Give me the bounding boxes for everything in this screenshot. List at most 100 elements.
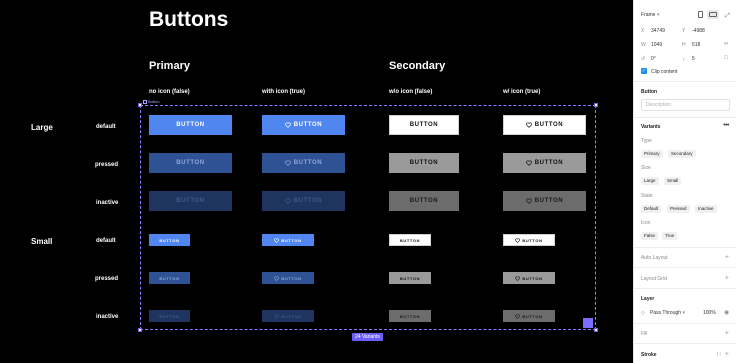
width-field[interactable]: 1049	[651, 42, 662, 48]
resize-handle-top-left[interactable]	[138, 103, 142, 107]
primary-button-small-pressed-with-icon[interactable]: BUTTON	[262, 272, 314, 284]
button-label: BUTTON	[409, 122, 439, 128]
primary-button-large-default-with-icon[interactable]: BUTTON	[262, 115, 345, 135]
add-stroke-icon[interactable]: +	[725, 351, 729, 358]
primary-button-small-default-with-icon[interactable]: BUTTON	[262, 234, 314, 246]
frame-type-dropdown[interactable]: Frame ▾	[641, 12, 659, 18]
height-field[interactable]: 518	[692, 42, 700, 48]
secondary-button-small-default[interactable]: BUTTON	[389, 234, 431, 246]
secondary-button-small-pressed[interactable]: BUTTON	[389, 272, 431, 284]
divider	[634, 247, 736, 248]
divider	[634, 343, 736, 344]
primary-button-small-inactive-with-icon[interactable]: BUTTON	[262, 310, 314, 322]
heart-icon	[274, 276, 281, 281]
primary-button-small-default[interactable]: BUTTON	[149, 234, 190, 246]
secondary-button-large-pressed[interactable]: BUTTON	[389, 153, 459, 173]
resize-handle-bottom-left[interactable]	[138, 328, 142, 332]
frame-type-label: Frame	[641, 12, 656, 18]
primary-button-small-pressed[interactable]: BUTTON	[149, 272, 190, 284]
heart-icon	[515, 314, 522, 319]
secondary-button-small-inactive-with-icon[interactable]: BUTTON	[503, 310, 555, 322]
heart-icon	[284, 122, 294, 128]
divider	[634, 117, 736, 118]
design-canvas[interactable]: Buttons Primary Secondary no icon (false…	[0, 0, 633, 363]
secondary-button-small-default-with-icon[interactable]: BUTTON	[503, 234, 555, 246]
property-value-chip[interactable]: True	[662, 232, 678, 240]
frame-name-label[interactable]: Button	[143, 99, 160, 104]
page-title: Buttons	[149, 8, 229, 31]
divider	[634, 81, 736, 82]
add-variant-handle[interactable]	[583, 318, 593, 328]
property-value-chip[interactable]: Inactive	[695, 205, 717, 213]
component-set-icon	[143, 99, 147, 104]
secondary-button-large-pressed-with-icon[interactable]: BUTTON	[503, 153, 586, 173]
add-layout-grid-icon[interactable]: +	[725, 275, 729, 282]
property-value-chip[interactable]: Default	[641, 205, 662, 213]
chevron-down-icon: ▾	[682, 310, 685, 316]
independent-corners-icon[interactable]: □	[724, 55, 728, 61]
add-fill-icon[interactable]: +	[725, 330, 729, 337]
frame-name-text: Button	[148, 99, 160, 104]
heart-icon	[515, 238, 522, 243]
button-label: BUTTON	[293, 122, 323, 128]
y-field[interactable]: -4988	[692, 28, 705, 34]
button-label: BUTTON	[293, 198, 323, 204]
secondary-button-large-default[interactable]: BUTTON	[389, 115, 459, 135]
button-label: BUTTON	[159, 313, 180, 319]
component-set-frame[interactable]	[140, 105, 596, 330]
resize-handle-bottom-right[interactable]	[594, 328, 598, 332]
button-label: BUTTON	[281, 313, 302, 319]
corner-radius-field[interactable]: 5	[692, 56, 695, 62]
rotation-field[interactable]: 0°	[651, 56, 656, 62]
button-label: BUTTON	[409, 160, 439, 166]
property-value-chip[interactable]: Secondary	[668, 150, 696, 158]
property-value-chip[interactable]: Pressed	[667, 205, 690, 213]
x-field[interactable]: 34749	[651, 28, 665, 34]
column-label: with icon (true)	[262, 89, 305, 95]
primary-button-large-pressed[interactable]: BUTTON	[149, 153, 232, 173]
corner-radius-icon: ┌	[682, 56, 686, 62]
secondary-button-large-inactive[interactable]: BUTTON	[389, 191, 459, 211]
secondary-button-small-pressed-with-icon[interactable]: BUTTON	[503, 272, 555, 284]
property-name: Type	[641, 138, 652, 144]
blend-mode-dropdown[interactable]: Pass Through ▾	[650, 310, 685, 316]
resize-to-fit-icon[interactable]: ⤢	[725, 13, 730, 19]
primary-button-large-default[interactable]: BUTTON	[149, 115, 232, 135]
h-label: H	[682, 42, 686, 48]
description-input[interactable]: Description	[641, 99, 730, 111]
secondary-button-small-inactive[interactable]: BUTTON	[389, 310, 431, 322]
divider	[634, 267, 736, 268]
secondary-button-large-inactive-with-icon[interactable]: BUTTON	[503, 191, 586, 211]
primary-button-small-inactive[interactable]: BUTTON	[149, 310, 190, 322]
button-label: BUTTON	[281, 275, 302, 281]
portrait-orientation-icon[interactable]	[698, 11, 703, 18]
eye-icon[interactable]: ◉	[724, 309, 729, 316]
landscape-orientation-button[interactable]	[707, 10, 719, 19]
primary-button-large-inactive[interactable]: BUTTON	[149, 191, 232, 211]
add-auto-layout-icon[interactable]: +	[725, 254, 729, 261]
property-value-chip[interactable]: Primary	[641, 150, 663, 158]
heart-icon	[274, 314, 281, 319]
button-label: BUTTON	[159, 237, 180, 243]
state-label: pressed	[95, 162, 119, 168]
button-label: BUTTON	[522, 237, 543, 243]
heart-icon	[284, 198, 294, 204]
size-label-large: Large	[31, 123, 53, 132]
property-name: Size	[641, 165, 651, 171]
constrain-proportions-icon[interactable]: ∞	[724, 41, 728, 47]
resize-handle-top-right[interactable]	[594, 103, 598, 107]
property-value-chip[interactable]: Small	[664, 177, 682, 185]
secondary-button-large-default-with-icon[interactable]: BUTTON	[503, 115, 586, 135]
stroke-settings-icon[interactable]: ∷	[717, 351, 721, 358]
opacity-field[interactable]: 100%	[703, 310, 716, 316]
property-name: Icon	[641, 220, 651, 226]
button-label: BUTTON	[399, 237, 421, 243]
property-value-chip[interactable]: False	[641, 232, 659, 240]
y-label: Y	[682, 28, 686, 34]
clip-content-checkbox[interactable]: ✓	[641, 68, 647, 74]
property-value-chip[interactable]: Large	[641, 177, 659, 185]
button-label: BUTTON	[534, 198, 564, 204]
primary-button-large-pressed-with-icon[interactable]: BUTTON	[262, 153, 345, 173]
more-options-icon[interactable]: •••	[723, 122, 729, 129]
primary-button-large-inactive-with-icon[interactable]: BUTTON	[262, 191, 345, 211]
